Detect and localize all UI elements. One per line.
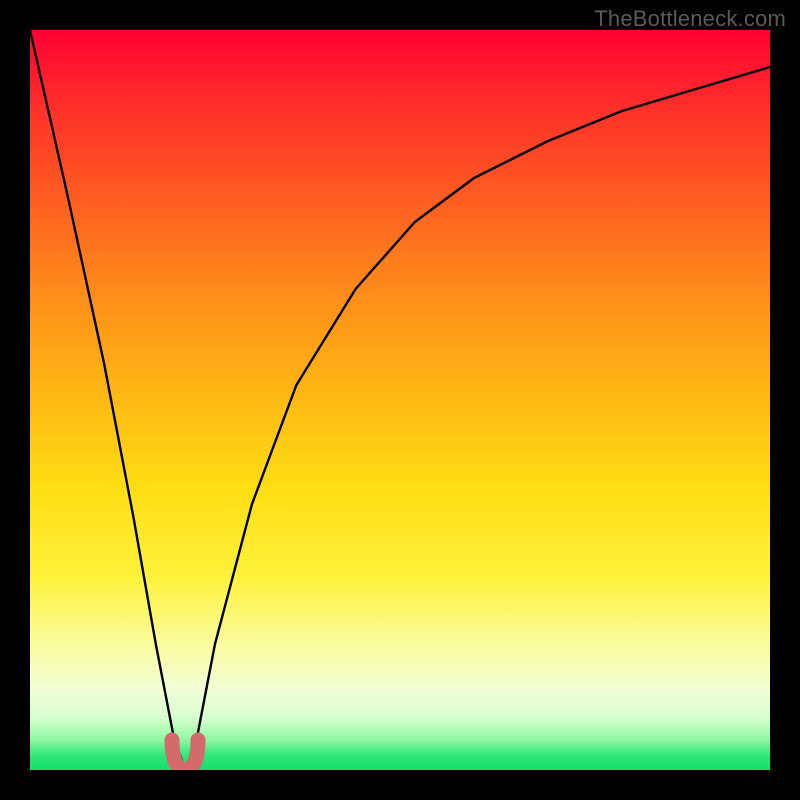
watermark-text: TheBottleneck.com bbox=[594, 6, 786, 32]
optimal-marker bbox=[172, 740, 198, 770]
bottleneck-curve bbox=[30, 30, 770, 770]
chart-plot-area bbox=[30, 30, 770, 770]
chart-svg bbox=[30, 30, 770, 770]
chart-frame: TheBottleneck.com bbox=[0, 0, 800, 800]
